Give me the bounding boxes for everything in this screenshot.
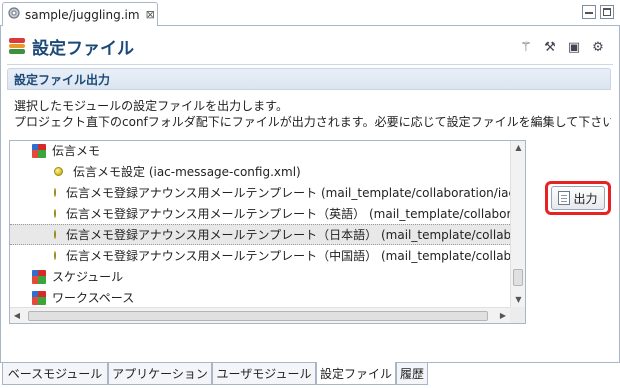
config-file-icon [9, 38, 25, 55]
description-line-1: 選択したモジュールの設定ファイルを出力します。 [14, 99, 288, 113]
vertical-scroll-thumb[interactable] [513, 269, 523, 286]
wizard-icon[interactable]: ⚒ [541, 38, 559, 56]
minimize-button[interactable] [582, 5, 596, 19]
editor-body: 設定ファイル ⚚ ⚒ ▣ ⚙ 設定ファイル出力 選択したモジュールの設定ファイル… [0, 26, 620, 362]
scroll-left-icon[interactable]: ◀ [10, 308, 24, 323]
page-header: 設定ファイル [9, 34, 134, 59]
tab-config-file[interactable]: 設定ファイル [316, 362, 396, 385]
tree-row-label: 伝言メモ登録アナウンス用メールテンプレート（中国語） (mail_templat… [66, 249, 510, 263]
tree-row-label: 伝言メモ登録アナウンス用メールテンプレート（英語） (mail_template… [66, 207, 510, 221]
output-button[interactable]: 出力 [551, 186, 605, 210]
tree-module-row[interactable]: スケジュール [10, 266, 510, 287]
gear-icon[interactable]: ⚙ [589, 38, 607, 56]
header-divider [7, 64, 613, 65]
tree-row-label: 伝言メモ設定 (iac-message-config.xml) [73, 165, 301, 179]
section-description: 選択したモジュールの設定ファイルを出力します。 プロジェクト直下のconfフォル… [14, 98, 611, 130]
editor-tab-title: sample/juggling.im [25, 7, 140, 22]
scroll-down-icon[interactable]: ▼ [511, 293, 525, 307]
gear-icon [7, 6, 21, 23]
calendar-icon[interactable]: ▣ [565, 38, 583, 56]
file-dot-icon [54, 188, 56, 197]
section-header: 設定ファイル出力 [7, 68, 611, 90]
file-dot-icon [54, 251, 56, 260]
tab-base-module[interactable]: ベースモジュール [2, 363, 108, 385]
maximize-button[interactable] [600, 5, 614, 19]
tree-rows: 伝言メモ伝言メモ設定 (iac-message-config.xml) 伝言メモ登… [10, 141, 510, 307]
header-toolbar: ⚚ ⚒ ▣ ⚙ [517, 38, 607, 56]
module-icon [32, 269, 46, 284]
tab-application[interactable]: アプリケーション [108, 363, 212, 385]
section-title: 設定ファイル出力 [14, 72, 111, 87]
tree-row-label: スケジュール [52, 270, 124, 284]
description-line-2: プロジェクト直下のconfフォルダ配下にファイルが出力されます。必要に応じて設定… [14, 115, 611, 129]
config-file-tree[interactable]: 伝言メモ伝言メモ設定 (iac-message-config.xml) 伝言メモ登… [9, 140, 526, 324]
tree-row-label: 伝言メモ [52, 144, 101, 158]
horizontal-scrollbar[interactable]: ◀ ▶ [10, 307, 510, 323]
file-dot-icon [54, 167, 63, 176]
tab-user-module[interactable]: ユーザモジュール [212, 363, 316, 385]
magic-wand-icon[interactable]: ⚚ [517, 38, 535, 56]
tree-module-row[interactable]: 伝言メモ [10, 141, 510, 161]
scroll-corner [510, 307, 525, 323]
tree-row-label: ワークスペース [52, 291, 135, 305]
file-dot-icon [54, 209, 56, 218]
editor-tab-bar: sample/juggling.im ⊠ [0, 0, 620, 26]
editor-tab[interactable]: sample/juggling.im ⊠ [2, 2, 158, 26]
page-tabs: ベースモジュール アプリケーション ユーザモジュール 設定ファイル 履歴 [0, 362, 620, 388]
tree-file-row[interactable]: 伝言メモ設定 (iac-message-config.xml) [10, 161, 510, 182]
export-file-icon [558, 191, 571, 205]
tree-row-label: 伝言メモ登録アナウンス用メールテンプレート (mail_template/col… [66, 186, 510, 200]
scroll-right-icon[interactable]: ▶ [496, 308, 510, 323]
module-icon [32, 143, 46, 158]
vertical-scrollbar[interactable]: ▲ ▼ [510, 141, 525, 307]
file-dot-icon [54, 230, 56, 239]
tab-history[interactable]: 履歴 [396, 363, 428, 385]
output-button-highlight: 出力 [545, 181, 611, 215]
output-button-label: 出力 [573, 191, 598, 206]
tree-file-row[interactable]: 伝言メモ登録アナウンス用メールテンプレート（英語） (mail_template… [10, 203, 510, 224]
tree-file-row[interactable]: 伝言メモ登録アナウンス用メールテンプレート（日本語） (mail_templat… [10, 224, 510, 245]
close-icon[interactable]: ⊠ [146, 8, 155, 21]
module-icon [32, 290, 46, 305]
tree-file-row[interactable]: 伝言メモ登録アナウンス用メールテンプレート (mail_template/col… [10, 182, 510, 203]
tree-row-label: 伝言メモ登録アナウンス用メールテンプレート（日本語） (mail_templat… [66, 228, 510, 242]
horizontal-scroll-thumb[interactable] [28, 311, 488, 321]
page-title: 設定ファイル [32, 38, 134, 59]
scroll-up-icon[interactable]: ▲ [511, 141, 525, 155]
tree-file-row[interactable]: 伝言メモ登録アナウンス用メールテンプレート（中国語） (mail_templat… [10, 245, 510, 266]
tree-module-row[interactable]: ワークスペース [10, 287, 510, 307]
